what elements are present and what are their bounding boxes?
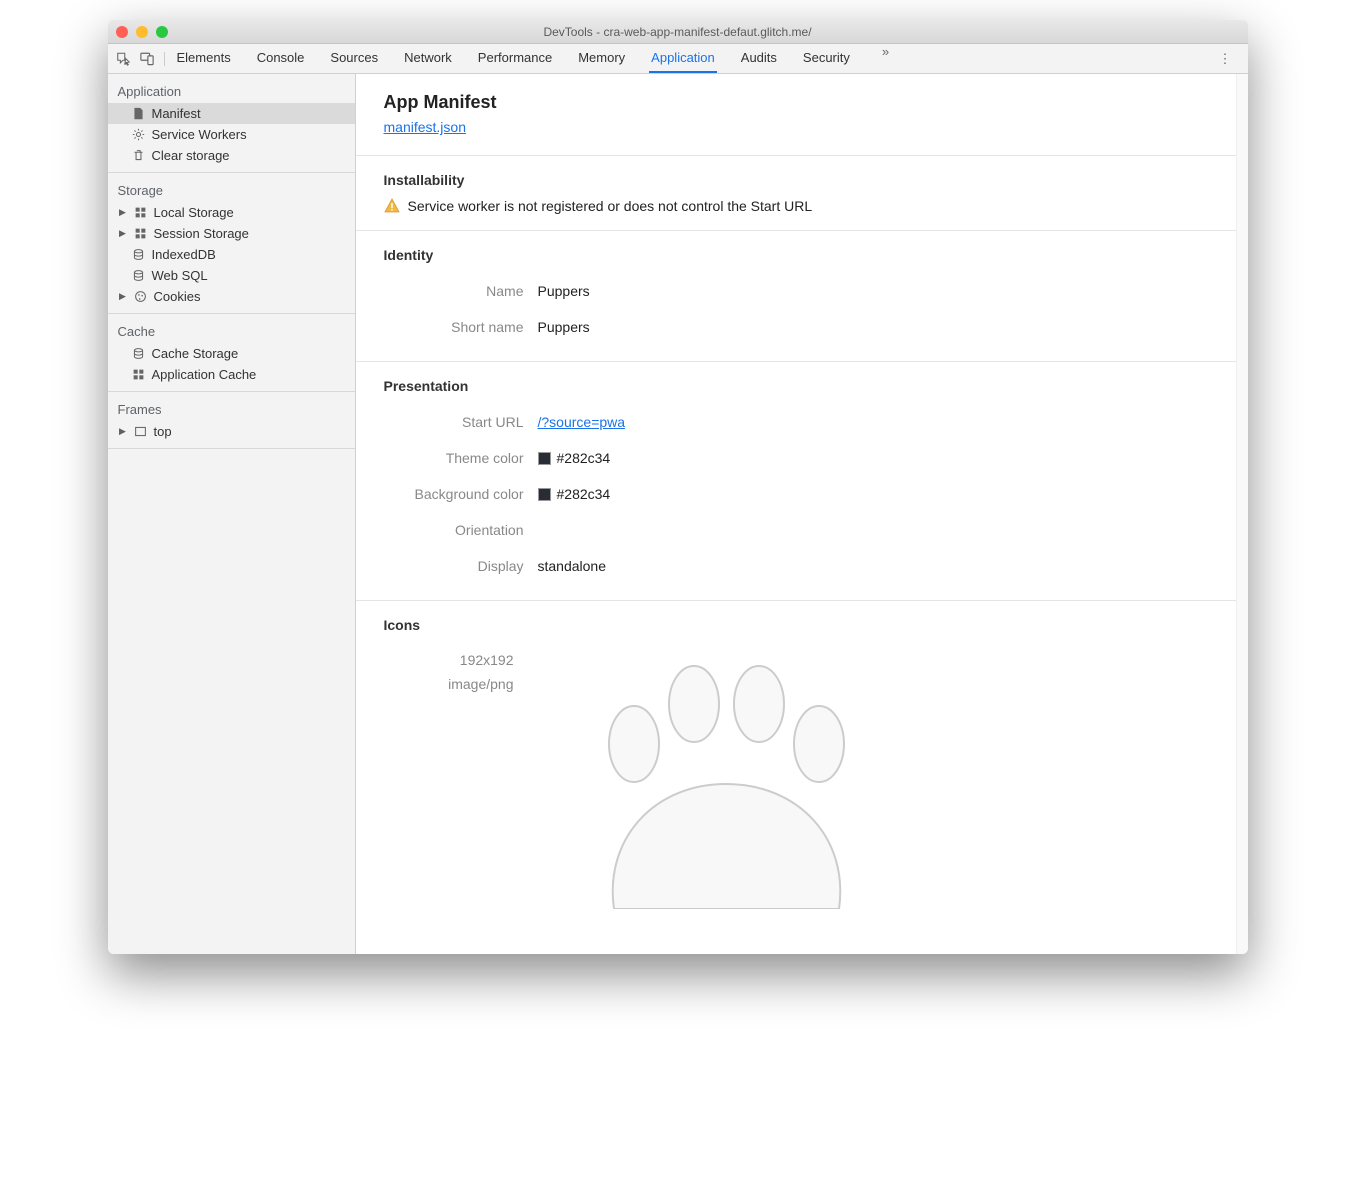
grid-icon <box>134 227 148 241</box>
section-header: Presentation <box>384 378 1208 394</box>
sidebar-item-label: IndexedDB <box>152 247 216 262</box>
tab-performance[interactable]: Performance <box>476 44 554 73</box>
sidebar-item-label: Clear storage <box>152 148 230 163</box>
grid-icon <box>132 368 146 382</box>
sidebar-item-application-cache[interactable]: Application Cache <box>108 364 355 385</box>
bgcolor-value: #282c34 <box>557 486 611 502</box>
tab-console[interactable]: Console <box>255 44 307 73</box>
frame-icon <box>134 425 148 439</box>
sidebar-item-label: Cache Storage <box>152 346 239 361</box>
tab-sources[interactable]: Sources <box>328 44 380 73</box>
starturl-link[interactable]: /?source=pwa <box>538 414 626 430</box>
identity-section: Identity Name Puppers Short name Puppers <box>356 230 1236 361</box>
sidebar-item-cache-storage[interactable]: Cache Storage <box>108 343 355 364</box>
main-panel: App Manifest manifest.json Installabilit… <box>356 74 1236 954</box>
sidebar-item-label: Service Workers <box>152 127 247 142</box>
tab-elements[interactable]: Elements <box>175 44 233 73</box>
sidebar-item-label: Session Storage <box>154 226 249 241</box>
inspect-icon[interactable] <box>116 52 130 66</box>
themecolor-value: #282c34 <box>557 450 611 466</box>
expand-icon[interactable]: ▶ <box>118 228 128 239</box>
starturl-label: Start URL <box>384 414 524 430</box>
device-toggle-icon[interactable] <box>140 52 154 66</box>
sidebar-item-top-frame[interactable]: ▶ top <box>108 421 355 442</box>
display-value: standalone <box>538 558 607 574</box>
expand-icon[interactable]: ▶ <box>118 291 128 302</box>
file-icon <box>132 107 146 121</box>
presentation-section: Presentation Start URL /?source=pwa Them… <box>356 361 1236 600</box>
page-title: App Manifest <box>384 92 1208 113</box>
sidebar-item-label: Local Storage <box>154 205 234 220</box>
sidebar-item-label: Application Cache <box>152 367 257 382</box>
bgcolor-label: Background color <box>384 486 524 502</box>
installability-section: Installability Service worker is not reg… <box>356 155 1236 230</box>
sidebar-header-frames: Frames <box>108 398 355 421</box>
sidebar-item-label: Manifest <box>152 106 201 121</box>
tab-audits[interactable]: Audits <box>739 44 779 73</box>
trash-icon <box>132 149 146 163</box>
devtools-toolbar: Elements Console Sources Network Perform… <box>108 44 1248 74</box>
settings-menu-button[interactable]: ⋮ <box>1211 51 1240 67</box>
tab-application[interactable]: Application <box>649 44 717 73</box>
section-header: Installability <box>384 172 1208 188</box>
sidebar-item-cookies[interactable]: ▶ Cookies <box>108 286 355 307</box>
sidebar-header-application: Application <box>108 80 355 103</box>
tab-network[interactable]: Network <box>402 44 454 73</box>
icons-section: Icons 192x192 image/png <box>356 600 1236 925</box>
icon-mime: image/png <box>384 673 514 697</box>
content-area: Application Manifest Service Workers Cle… <box>108 74 1248 954</box>
sidebar-item-label: Cookies <box>154 289 201 304</box>
database-icon <box>132 248 146 262</box>
application-sidebar: Application Manifest Service Workers Cle… <box>108 74 356 954</box>
warning-text: Service worker is not registered or does… <box>408 198 813 214</box>
database-icon <box>132 269 146 283</box>
warning-icon <box>384 198 400 214</box>
window-title: DevTools - cra-web-app-manifest-defaut.g… <box>108 25 1248 39</box>
tab-memory[interactable]: Memory <box>576 44 627 73</box>
icon-size: 192x192 <box>384 649 514 673</box>
grid-icon <box>134 206 148 220</box>
cookie-icon <box>134 290 148 304</box>
sidebar-header-storage: Storage <box>108 179 355 202</box>
name-label: Name <box>384 283 524 299</box>
display-label: Display <box>384 558 524 574</box>
sidebar-item-websql[interactable]: Web SQL <box>108 265 355 286</box>
manifest-link[interactable]: manifest.json <box>384 119 466 135</box>
sidebar-item-local-storage[interactable]: ▶ Local Storage <box>108 202 355 223</box>
panel-tabs: Elements Console Sources Network Perform… <box>175 44 1211 73</box>
theme-color-swatch <box>538 452 551 465</box>
tabs-overflow-button[interactable]: » <box>874 44 897 73</box>
sidebar-item-service-workers[interactable]: Service Workers <box>108 124 355 145</box>
sidebar-item-manifest[interactable]: Manifest <box>108 103 355 124</box>
name-value: Puppers <box>538 283 590 299</box>
shortname-value: Puppers <box>538 319 590 335</box>
sidebar-item-label: Web SQL <box>152 268 208 283</box>
database-icon <box>132 347 146 361</box>
expand-icon[interactable]: ▶ <box>118 207 128 218</box>
expand-icon[interactable]: ▶ <box>118 426 128 437</box>
sidebar-item-session-storage[interactable]: ▶ Session Storage <box>108 223 355 244</box>
sidebar-item-label: top <box>154 424 172 439</box>
icon-preview <box>544 649 904 909</box>
sidebar-item-indexeddb[interactable]: IndexedDB <box>108 244 355 265</box>
themecolor-label: Theme color <box>384 450 524 466</box>
sidebar-header-cache: Cache <box>108 320 355 343</box>
sidebar-item-clear-storage[interactable]: Clear storage <box>108 145 355 166</box>
section-header: Identity <box>384 247 1208 263</box>
shortname-label: Short name <box>384 319 524 335</box>
scrollbar[interactable] <box>1236 74 1248 954</box>
orientation-label: Orientation <box>384 522 524 538</box>
bg-color-swatch <box>538 488 551 501</box>
section-header: Icons <box>384 617 1208 633</box>
devtools-window: DevTools - cra-web-app-manifest-defaut.g… <box>108 20 1248 954</box>
tab-security[interactable]: Security <box>801 44 852 73</box>
titlebar: DevTools - cra-web-app-manifest-defaut.g… <box>108 20 1248 44</box>
gear-icon <box>132 128 146 142</box>
